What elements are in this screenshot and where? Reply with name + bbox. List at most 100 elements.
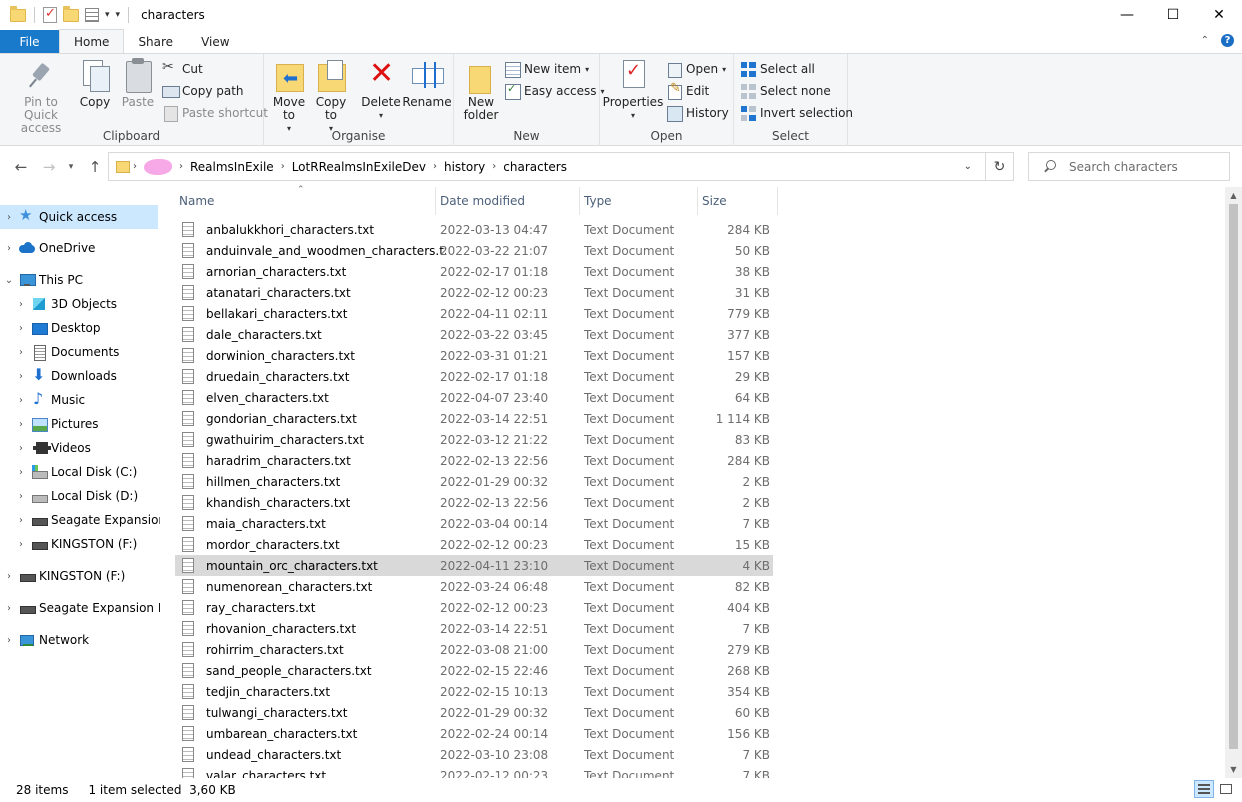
details-view-button[interactable]	[1194, 780, 1214, 798]
chevron-right-icon[interactable]: ›	[15, 443, 27, 454]
search-input[interactable]	[1069, 159, 1219, 174]
new-item-button[interactable]: New item ▾	[504, 59, 589, 79]
scroll-up-icon[interactable]: ▲	[1225, 187, 1242, 204]
file-row[interactable]: umbarean_characters.txt 2022-02-24 00:14 T…	[175, 723, 773, 744]
nav-this-pc[interactable]: ⌄ This PC	[0, 268, 83, 292]
breadcrumb-item[interactable]: RealmsInExile	[186, 160, 278, 174]
help-icon[interactable]: ?	[1221, 34, 1234, 47]
chevron-right-icon[interactable]: ›	[3, 571, 15, 582]
file-row[interactable]: gwathuirim_characters.txt 2022-03-12 21:2…	[175, 429, 773, 450]
maximize-button[interactable]: ☐	[1150, 0, 1196, 30]
cut-button[interactable]: Cut	[162, 59, 203, 79]
nav-network[interactable]: › Network	[0, 628, 89, 652]
up-button[interactable]: ↑	[86, 158, 104, 176]
invert-selection-button[interactable]: Invert selection	[740, 103, 853, 123]
properties-button[interactable]: Properties ▾	[603, 58, 663, 122]
file-row[interactable]: mountain_orc_characters.txt 2022-04-11 23…	[175, 555, 773, 576]
chevron-right-icon[interactable]: ›	[15, 515, 27, 526]
delete-button[interactable]: Delete ▾	[361, 58, 400, 122]
file-row[interactable]: elven_characters.txt 2022-04-07 23:40 Text…	[175, 387, 773, 408]
file-row[interactable]: rhovanion_characters.txt 2022-03-14 22:51…	[175, 618, 773, 639]
chevron-right-icon[interactable]: ›	[3, 603, 15, 614]
address-bar[interactable]: › › RealmsInExile › LotRRealmsInExileDev…	[108, 152, 1014, 181]
rename-button[interactable]: Rename	[402, 58, 452, 109]
file-row[interactable]: rohirrim_characters.txt 2022-03-08 21:00 T…	[175, 639, 773, 660]
column-header-name[interactable]: ⌃ Name	[175, 185, 436, 215]
qat-menu-icon[interactable]: ▾	[116, 10, 121, 20]
file-row[interactable]: undead_characters.txt 2022-03-10 23:08 Tex…	[175, 744, 773, 765]
breadcrumb-item[interactable]: history	[440, 160, 489, 174]
copy-button[interactable]: Copy	[78, 58, 112, 109]
file-row[interactable]: bellakari_characters.txt 2022-04-11 02:11…	[175, 303, 773, 324]
history-button[interactable]: History	[666, 103, 729, 123]
large-icons-view-button[interactable]	[1216, 780, 1236, 798]
forward-button[interactable]: →	[40, 158, 58, 176]
file-row[interactable]: druedain_characters.txt 2022-02-17 01:18 T…	[175, 366, 773, 387]
chevron-right-icon[interactable]: ›	[15, 467, 27, 478]
paste-shortcut-button[interactable]: Paste shortcut	[162, 103, 268, 123]
open-button[interactable]: Open ▾	[666, 59, 726, 79]
nav-kingston[interactable]: › KINGSTON (F:)	[0, 532, 137, 556]
nav-pictures[interactable]: › Pictures	[0, 412, 99, 436]
nav-documents[interactable]: › Documents	[0, 340, 119, 364]
chevron-right-icon[interactable]: ›	[3, 635, 15, 646]
edit-button[interactable]: Edit	[666, 81, 709, 101]
file-row[interactable]: dale_characters.txt 2022-03-22 03:45 Text …	[175, 324, 773, 345]
close-button[interactable]: ✕	[1196, 0, 1242, 30]
chevron-right-icon[interactable]: ›	[15, 491, 27, 502]
scroll-down-icon[interactable]: ▼	[1225, 761, 1242, 778]
scrollbar-thumb[interactable]	[1229, 204, 1238, 749]
nav-seagate-expansion[interactable]: › Seagate Expansion Drive (E:)	[0, 508, 160, 532]
file-row[interactable]: arnorian_characters.txt 2022-02-17 01:18 T…	[175, 261, 773, 282]
file-row[interactable]: gondorian_characters.txt 2022-03-14 22:51…	[175, 408, 773, 429]
breadcrumb-chevron-icon[interactable]: ›	[278, 161, 288, 172]
customize-icon[interactable]	[85, 8, 99, 22]
select-none-button[interactable]: Select none	[740, 81, 831, 101]
nav-local-disk-d[interactable]: › Local Disk (D:)	[0, 484, 138, 508]
chevron-right-icon[interactable]: ›	[15, 371, 27, 382]
file-row[interactable]: numenorean_characters.txt 2022-03-24 06:4…	[175, 576, 773, 597]
search-box[interactable]	[1028, 152, 1230, 181]
breadcrumb-item[interactable]: characters	[499, 160, 571, 174]
back-button[interactable]: ←	[12, 158, 30, 176]
file-row[interactable]: tulwangi_characters.txt 2022-01-29 00:32 T…	[175, 702, 773, 723]
file-row[interactable]: mordor_characters.txt 2022-02-12 00:23 Tex…	[175, 534, 773, 555]
column-header-type[interactable]: Type	[580, 187, 698, 215]
file-row[interactable]: sand_people_characters.txt 2022-02-15 22:…	[175, 660, 773, 681]
chevron-down-icon[interactable]: ⌄	[3, 275, 15, 286]
file-row[interactable]: anduinvale_and_woodmen_characters.txt 202…	[175, 240, 773, 261]
tab-share[interactable]: Share	[124, 30, 187, 53]
chevron-right-icon[interactable]: ›	[15, 323, 27, 334]
breadcrumb-item[interactable]: LotRRealmsInExileDev	[288, 160, 430, 174]
chevron-right-icon[interactable]: ›	[15, 419, 27, 430]
breadcrumb-chevron-icon[interactable]: ›	[130, 161, 140, 172]
file-row[interactable]: maia_characters.txt 2022-03-04 00:14 Text …	[175, 513, 773, 534]
refresh-button[interactable]: ↻	[985, 153, 1013, 180]
nav-music[interactable]: › Music	[0, 388, 85, 412]
nav-3d-objects[interactable]: › 3D Objects	[0, 292, 117, 316]
address-history-chevron-icon[interactable]: ⌄	[961, 161, 975, 172]
chevron-right-icon[interactable]: ›	[3, 212, 15, 223]
vertical-scrollbar[interactable]: ▲ ▼	[1225, 187, 1242, 778]
chevron-up-icon[interactable]: ⌃	[1201, 35, 1209, 46]
file-row[interactable]: tedjin_characters.txt 2022-02-15 10:13 Tex…	[175, 681, 773, 702]
chevron-down-icon[interactable]: ▾	[105, 10, 110, 20]
breadcrumb-chevron-icon[interactable]: ›	[176, 161, 186, 172]
new-folder-icon[interactable]	[63, 5, 79, 22]
minimize-button[interactable]: —	[1104, 0, 1150, 30]
recent-locations-chevron-icon[interactable]: ▾	[62, 158, 80, 176]
pin-quick-access-button[interactable]: Pin to Quick access	[6, 58, 76, 135]
nav-downloads[interactable]: › Downloads	[0, 364, 117, 388]
nav-kingston-root[interactable]: › KINGSTON (F:)	[0, 564, 125, 588]
nav-local-disk-c[interactable]: › Local Disk (C:)	[0, 460, 137, 484]
file-row[interactable]: haradrim_characters.txt 2022-02-13 22:56 T…	[175, 450, 773, 471]
nav-onedrive[interactable]: › OneDrive	[0, 236, 95, 260]
file-row[interactable]: valar_characters.txt 2022-02-12 00:23 Text…	[175, 765, 773, 778]
file-row[interactable]: anbalukkhori_characters.txt 2022-03-13 04…	[175, 219, 773, 240]
copy-to-button[interactable]: Copy to ▾	[314, 58, 348, 135]
nav-videos[interactable]: › Videos	[0, 436, 91, 460]
tab-view[interactable]: View	[187, 30, 243, 53]
chevron-right-icon[interactable]: ›	[15, 347, 27, 358]
file-row[interactable]: ray_characters.txt 2022-02-12 00:23 Text D…	[175, 597, 773, 618]
file-row[interactable]: hillmen_characters.txt 2022-01-29 00:32 Te…	[175, 471, 773, 492]
